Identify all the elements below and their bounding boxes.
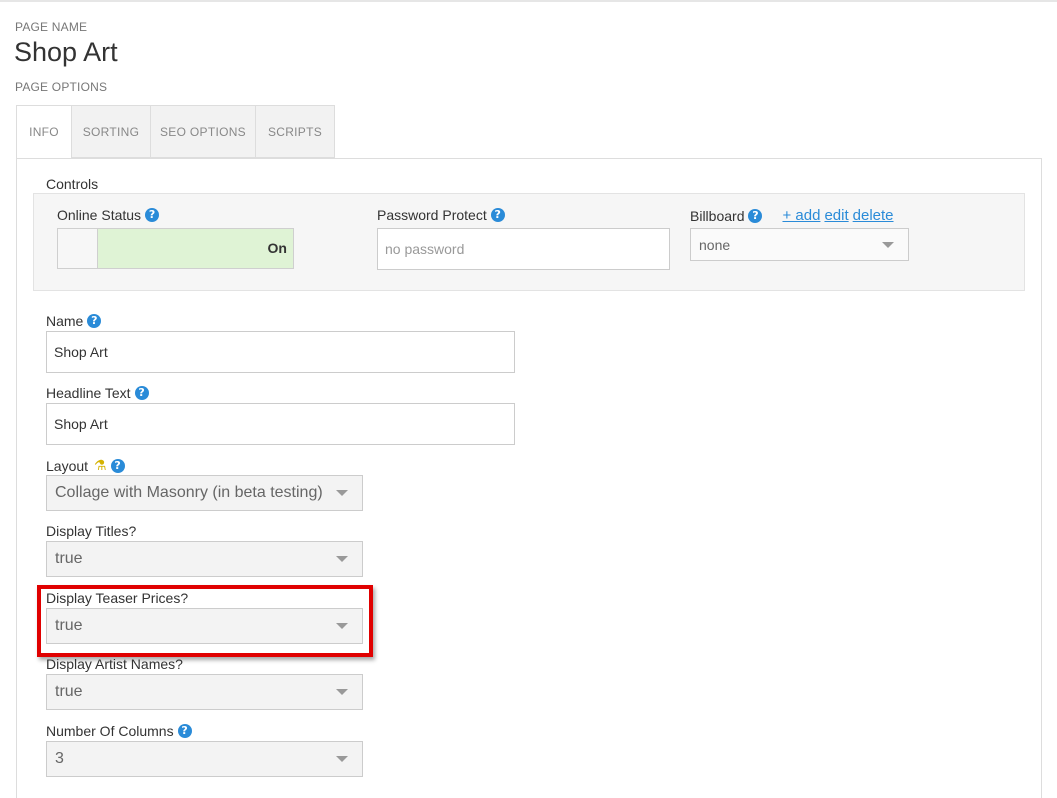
password-protect-help-icon[interactable]: ? (490, 208, 505, 222)
layout-selected-value: Collage with Masonry (in beta testing) (55, 484, 323, 501)
display-artist-names-label-text: Display Artist Names? (46, 656, 183, 672)
display-titles-selected-value: true (55, 550, 83, 567)
display-artist-names-selected-value: true (55, 683, 83, 700)
billboard-delete-link[interactable]: delete (853, 207, 894, 224)
highlight-box (37, 585, 373, 657)
display-titles-select[interactable]: true (46, 541, 363, 577)
controls-title: Controls (46, 176, 99, 192)
toggle-knob[interactable] (57, 228, 98, 269)
chevron-down-icon (336, 490, 348, 496)
headline-text-help-icon[interactable]: ? (134, 386, 149, 400)
billboard-label-text: Billboard (690, 207, 745, 224)
headline-text-label-text: Headline Text (46, 385, 131, 401)
display-titles-label-text: Display Titles? (46, 523, 137, 539)
name-input[interactable] (46, 331, 515, 373)
top-border (0, 0, 1057, 2)
page-options-label: PAGE OPTIONS (15, 80, 108, 94)
chevron-down-icon (336, 689, 348, 695)
password-field[interactable] (377, 228, 670, 270)
name-label-text: Name (46, 313, 84, 329)
tab-scripts[interactable]: SCRIPTS (255, 105, 335, 158)
billboard-add-link[interactable]: + add (782, 207, 820, 224)
headline-text-label: Headline Text ? (46, 385, 149, 401)
online-status-help-icon[interactable]: ? (145, 208, 160, 222)
layout-help-icon[interactable]: ? (110, 458, 125, 473)
billboard-select[interactable]: none (690, 228, 909, 261)
name-help-icon[interactable]: ? (87, 314, 102, 328)
chevron-down-icon (882, 241, 894, 248)
password-protect-label: Password Protect ? (377, 207, 505, 223)
tab-seo-options[interactable]: SEO OPTIONS (150, 105, 256, 158)
page-title: Shop Art (14, 37, 118, 67)
number-of-columns-label: Number Of Columns ? (46, 723, 192, 739)
billboard-edit-link[interactable]: edit (824, 207, 848, 224)
page-name-label: PAGE NAME (15, 20, 88, 34)
display-artist-names-label: Display Artist Names? (46, 656, 183, 672)
flask-icon: ⚗ (94, 457, 107, 473)
billboard-label: Billboard ? + add edit delete (690, 207, 894, 224)
number-of-columns-select[interactable]: 3 (46, 741, 363, 777)
page-options-tabs: INFO SORTING SEO OPTIONS SCRIPTS (16, 105, 335, 159)
online-status-toggle[interactable]: On (57, 228, 294, 269)
chevron-down-icon (336, 556, 348, 562)
tab-sorting[interactable]: SORTING (71, 105, 151, 158)
password-protect-label-text: Password Protect (377, 207, 487, 223)
layout-select[interactable]: Collage with Masonry (in beta testing) (46, 475, 363, 511)
online-status-label-text: Online Status (57, 207, 142, 223)
tab-info[interactable]: INFO (16, 105, 72, 159)
number-of-columns-selected-value: 3 (55, 750, 64, 767)
display-artist-names-select[interactable]: true (46, 674, 363, 710)
headline-text-input[interactable] (46, 403, 515, 445)
online-status-label: Online Status ? (57, 207, 160, 223)
layout-label: Layout ⚗ ? (46, 457, 125, 474)
toggle-state-text: On (267, 240, 287, 256)
billboard-help-icon[interactable]: ? (748, 208, 763, 223)
layout-label-text: Layout (46, 457, 89, 474)
billboard-selected-value: none (699, 236, 731, 253)
chevron-down-icon (336, 756, 348, 762)
number-of-columns-help-icon[interactable]: ? (177, 724, 192, 738)
name-label: Name ? (46, 313, 102, 329)
number-of-columns-label-text: Number Of Columns (46, 723, 174, 739)
display-titles-label: Display Titles? (46, 523, 136, 539)
